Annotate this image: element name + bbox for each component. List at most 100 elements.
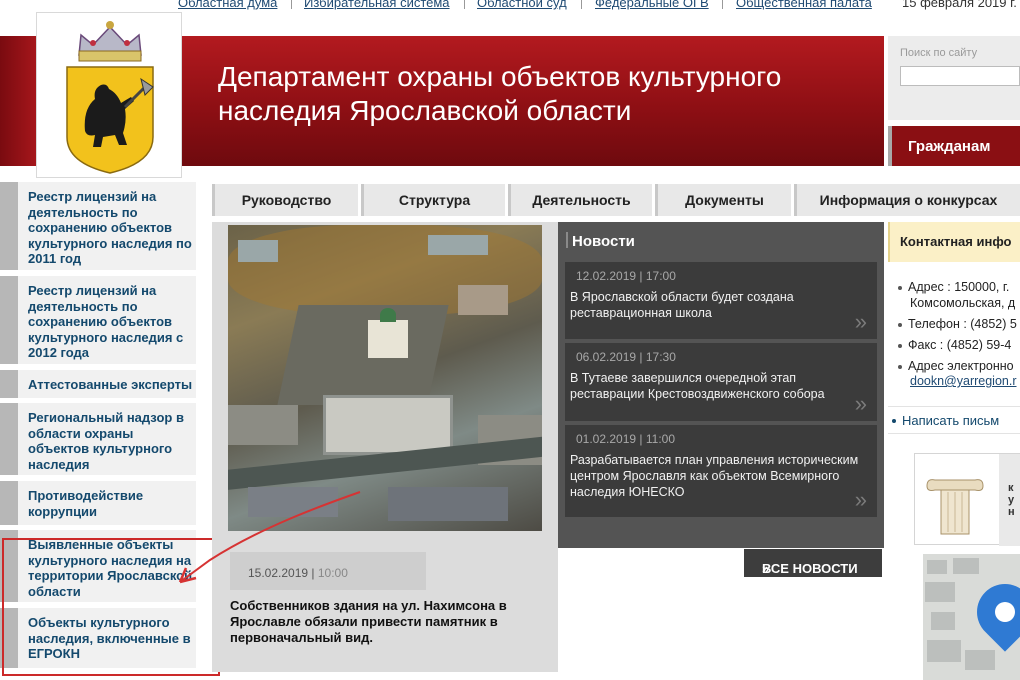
contact-email-link[interactable]: dookn@yarregion.r [910, 374, 1017, 389]
sidebar-item-supervision[interactable]: Региональный надзор в области охраны объ… [0, 403, 196, 477]
top-link-separator [581, 0, 582, 9]
sidebar-item-label: Аттестованные эксперты [28, 377, 193, 392]
contact-fax: Факс : (4852) 59-4 [898, 338, 1011, 353]
photo-building [428, 235, 488, 255]
photo-square [277, 305, 449, 405]
contact-email-label-text: Адрес электронно [908, 359, 1014, 373]
coat-of-arms-logo[interactable] [36, 12, 182, 178]
nav-item-label: Деятельность [532, 192, 631, 208]
date-separator: | [639, 269, 643, 283]
main-story-datetime: 15.02.2019 | 10:00 [248, 566, 348, 580]
map-block [965, 650, 995, 670]
bullet-icon [898, 285, 902, 290]
photo-building [458, 285, 508, 315]
write-letter-link[interactable]: Написать письм [888, 406, 1020, 434]
date-separator: | [311, 566, 315, 580]
chevron-right-icon: » [854, 309, 867, 334]
map-block [927, 640, 961, 662]
bullet-icon [898, 322, 902, 327]
all-news-text: ВСЕ НОВОСТИ [762, 561, 858, 576]
news-item-text: В Тутаеве завершился очередной этап рест… [570, 371, 825, 401]
photo-main-building [323, 395, 453, 455]
top-link-election[interactable]: Избирательная система [304, 0, 450, 10]
top-link-federal[interactable]: Федеральные ОГВ [595, 0, 709, 10]
sidebar-item-anticorruption[interactable]: Противодействие коррупции [0, 481, 196, 527]
top-link-chamber[interactable]: Общественная палата [736, 0, 872, 10]
contact-header-label: Контактная инфо [900, 234, 1012, 249]
heritage-banner[interactable]: к у н [914, 453, 1020, 546]
tab-citizens[interactable]: Гражданам [888, 126, 1020, 166]
search-input[interactable] [900, 66, 1020, 86]
photo-building [248, 487, 338, 517]
map-block [931, 612, 955, 630]
search-label: Поиск по сайту [900, 47, 978, 59]
site-title: Департамент охраны объектов культурного … [218, 60, 858, 128]
news-item-date: 12.02.2019 [576, 269, 637, 283]
contact-address: Адрес : 150000, г. [898, 280, 1009, 295]
contact-address-text: Адрес : 150000, г. [908, 280, 1010, 294]
site-title-line-1: Департамент охраны объектов культурного [218, 61, 782, 92]
tab-citizens-label: Гражданам [908, 138, 991, 155]
top-link-separator [464, 0, 465, 9]
sidebar-item-label: Региональный надзор в области охраны объ… [28, 410, 184, 472]
news-item[interactable]: 12.02.2019 | 17:00 В Ярославской области… [565, 262, 877, 339]
sidebar-item-experts[interactable]: Аттестованные эксперты [0, 370, 196, 400]
contact-address-cont: Комсомольская, д [910, 296, 1016, 310]
news-item-datetime: 12.02.2019 | 17:00 [576, 269, 676, 283]
news-item[interactable]: 06.02.2019 | 17:30 В Тутаеве завершился … [565, 343, 877, 421]
map-block [925, 582, 955, 602]
main-story-title[interactable]: Собственников здания на ул. Нахимсона в … [230, 598, 530, 646]
ionic-column-icon [926, 479, 984, 535]
news-item-time: 11:00 [645, 432, 676, 446]
news-item-datetime: 01.02.2019 | 11:00 [576, 432, 675, 446]
nav-item-label: Информация о конкурсах [819, 192, 998, 208]
contact-phone: Телефон : (4852) 5 [898, 317, 1017, 332]
top-link-oblduma[interactable]: Областная дума [178, 0, 277, 10]
sidebar-item-label: Реестр лицензий на деятельность по сохра… [28, 189, 192, 266]
nav-item-label: Структура [398, 192, 471, 208]
news-item-date: 06.02.2019 [576, 350, 637, 364]
contact-header: Контактная инфо [888, 222, 1020, 262]
current-date: 15 февраля 2019 г. [902, 0, 1017, 10]
photo-building [228, 405, 298, 445]
site-title-line-2: наследия Ярославской области [218, 95, 632, 126]
date-separator: | [639, 350, 643, 364]
nav-item-contests[interactable]: Информация о конкурсах [794, 184, 1020, 216]
sidebar-item-stripe [0, 276, 18, 364]
nav-item-leadership[interactable]: Руководство [212, 184, 358, 216]
sidebar-item-stripe [0, 403, 18, 475]
top-link-separator [722, 0, 723, 9]
map-block [927, 560, 947, 574]
news-item-text: Разрабатывается план управления историче… [570, 453, 859, 499]
nav-item-label: Документы [685, 192, 764, 208]
news-header-marker [566, 232, 568, 248]
top-link-court[interactable]: Областной суд [477, 0, 567, 10]
header-banner-edge [0, 36, 36, 166]
news-item-time: 17:00 [645, 269, 676, 283]
date-separator: | [639, 432, 643, 446]
news-header[interactable]: Новости [572, 233, 635, 250]
map-widget[interactable] [923, 554, 1020, 680]
contact-email-label: Адрес электронно [898, 359, 1014, 374]
bullet-icon [892, 419, 896, 423]
news-item[interactable]: 01.02.2019 | 11:00 Разрабатывается план … [565, 425, 877, 517]
sidebar-item-stripe [0, 370, 18, 398]
main-story-photo[interactable] [228, 225, 542, 531]
news-item-time: 17:30 [645, 350, 676, 364]
sidebar-item-stripe [0, 182, 18, 270]
main-story-time: 10:00 [317, 566, 348, 580]
chevron-right-icon: » [762, 561, 770, 576]
sidebar-item-stripe [0, 481, 18, 525]
contact-fax-text: Факс : (4852) 59-4 [908, 338, 1012, 352]
sidebar-item-licenses-2011[interactable]: Реестр лицензий на деятельность по сохра… [0, 182, 196, 272]
nav-item-documents[interactable]: Документы [655, 184, 791, 216]
all-news-button[interactable]: ВСЕ НОВОСТИ » [744, 549, 882, 577]
chevron-right-icon: » [854, 391, 867, 416]
photo-building [238, 240, 278, 262]
nav-item-activity[interactable]: Деятельность [508, 184, 652, 216]
sidebar-item-licenses-2012[interactable]: Реестр лицензий на деятельность по сохра… [0, 276, 196, 366]
nav-item-structure[interactable]: Структура [361, 184, 505, 216]
photo-building [388, 487, 508, 521]
main-story-date: 15.02.2019 [248, 566, 309, 580]
map-pin-icon [965, 572, 1020, 652]
